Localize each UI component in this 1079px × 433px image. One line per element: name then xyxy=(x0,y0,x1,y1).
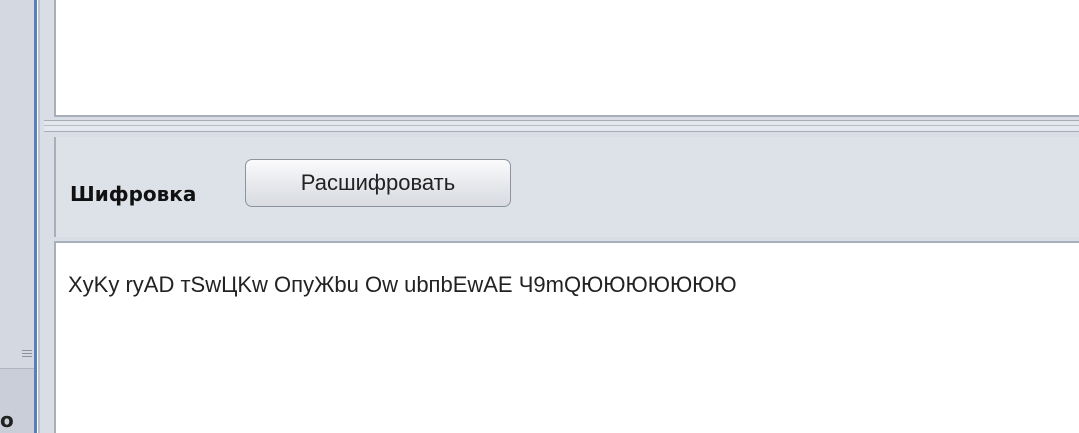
app-window: о Шифровка Расшифровать XyKy ryAD тSwЦKw… xyxy=(0,0,1079,433)
split-divider-line xyxy=(44,125,1079,126)
input-text-area[interactable] xyxy=(54,0,1079,117)
split-divider[interactable] xyxy=(44,120,1079,132)
output-text-area[interactable]: XyKy ryAD тSwЦKw ОпуЖbu Оw ubпbEwAE Ч9mQ… xyxy=(54,241,1079,433)
resize-grip-icon[interactable] xyxy=(22,350,32,359)
encryption-label: Шифровка xyxy=(70,182,197,206)
main-panel: Шифровка Расшифровать XyKy ryAD тSwЦKw О… xyxy=(40,0,1079,433)
left-panel-text-fragment: о xyxy=(0,408,14,432)
decrypt-button[interactable]: Расшифровать xyxy=(245,159,511,207)
splitter-accent-line[interactable] xyxy=(34,0,37,433)
output-text: XyKy ryAD тSwЦKw ОпуЖbu Оw ubпbEwAE Ч9mQ… xyxy=(68,272,737,297)
left-panel: о xyxy=(0,0,34,433)
encryption-toolbar: Шифровка Расшифровать xyxy=(54,137,1079,237)
